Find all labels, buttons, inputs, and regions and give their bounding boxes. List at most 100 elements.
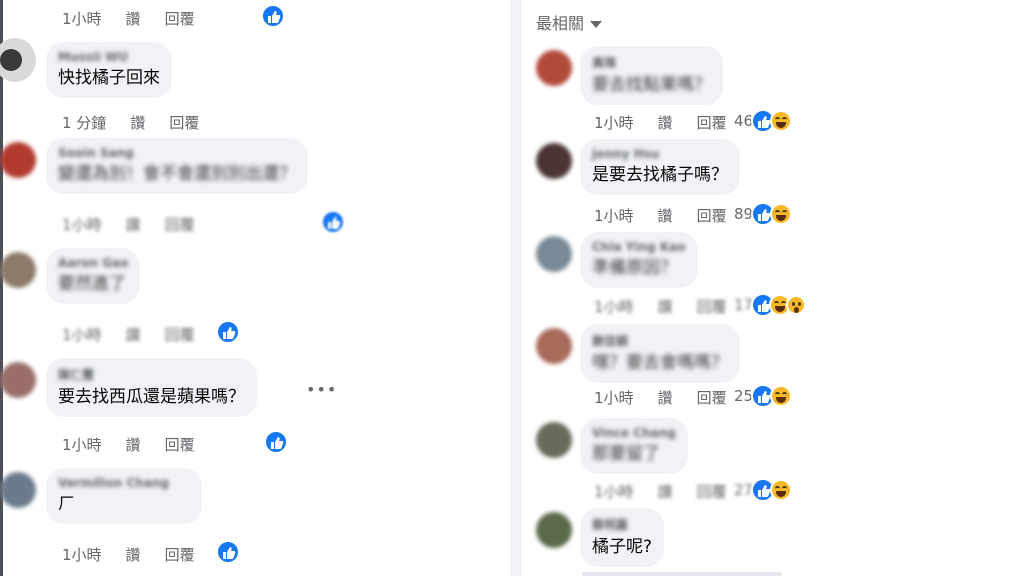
comment-text: 變還為別！會不會還別別出還？ — [58, 164, 296, 184]
comment-actions: 1小時 讚 回覆 — [594, 387, 751, 408]
avatar[interactable] — [536, 50, 572, 86]
like-thumb-icon[interactable] — [216, 540, 240, 564]
comment-actions: 1小時 讚 回覆 — [62, 214, 219, 235]
comment-text: 快找橘子回來 — [58, 68, 160, 88]
comment-time[interactable]: 1小時 — [62, 214, 102, 235]
haha-emoji-icon[interactable] — [770, 385, 792, 407]
panel-divider — [510, 0, 522, 576]
comment-time[interactable]: 1小時 — [594, 112, 634, 133]
avatar[interactable] — [536, 512, 572, 548]
comment-time[interactable]: 1 分鐘 — [62, 112, 106, 133]
comment-text: 要去找西瓜還是蘋果嗎？ — [58, 387, 245, 407]
like-thumb-icon[interactable] — [216, 320, 240, 344]
comment-actions: 1小時 讚 回覆 — [62, 544, 219, 565]
like-button[interactable]: 讚 — [126, 544, 141, 565]
more-dots-icon[interactable]: ••• — [306, 380, 337, 399]
sort-dropdown[interactable]: 最相關 — [536, 10, 603, 34]
reply-button[interactable]: 回覆 — [169, 112, 199, 133]
comment-actions: 1小時 讚 回覆 — [594, 205, 751, 226]
comment-author[interactable]: 黃瑋 — [592, 54, 711, 71]
comment-bubble: Mussii WU 快找橘子回來 — [46, 42, 172, 98]
comment-actions: 1小時 讚 回覆 — [62, 434, 219, 455]
comment-author[interactable]: 蔡明嘉 — [592, 516, 652, 533]
left-comment-panel: 1小時讚回覆 Mussii WU 快找橘子回來 1 分鐘讚回覆 Sooin Sa… — [0, 0, 500, 576]
comment-time[interactable]: 1小時 — [594, 205, 634, 226]
reply-button[interactable]: 回覆 — [165, 434, 195, 455]
comment-bubble: 謝佳穎 嘿？要去會嗎嗎？ — [580, 324, 740, 383]
haha-emoji-icon[interactable] — [770, 203, 792, 225]
like-button[interactable]: 讚 — [130, 112, 145, 133]
avatar[interactable] — [0, 142, 36, 178]
like-button[interactable]: 讚 — [658, 112, 673, 133]
comment-text: 那要留了 — [592, 444, 660, 464]
wow-emoji-icon[interactable] — [786, 295, 806, 315]
comment-author[interactable]: Jenny Hsu — [592, 147, 728, 161]
comment-actions: 1小時 讚 回覆 — [594, 112, 751, 133]
comment-author[interactable]: 陳仁豐 — [58, 366, 245, 383]
comment-bubble: Aaron Gao 要然進了 — [46, 248, 141, 304]
sort-label: 最相關 — [536, 14, 585, 33]
reply-button[interactable]: 回覆 — [165, 8, 195, 29]
comment-time[interactable]: 1小時 — [62, 544, 102, 565]
comment-actions: 1小時 讚 回覆 — [62, 324, 219, 345]
reply-button[interactable]: 回覆 — [697, 296, 727, 317]
record-button[interactable] — [0, 38, 36, 82]
like-button[interactable]: 讚 — [126, 8, 141, 29]
comment-author[interactable]: Vince Chang — [592, 426, 676, 440]
comment-author[interactable]: Aaron Gao — [58, 256, 128, 270]
avatar[interactable] — [536, 328, 572, 364]
reply-button[interactable]: 回覆 — [697, 112, 727, 133]
comment-time[interactable]: 1小時 — [594, 481, 634, 502]
comment-actions: 1小時 讚 回覆 — [62, 8, 219, 29]
comment-time[interactable]: 1小時 — [62, 8, 102, 29]
avatar[interactable] — [536, 236, 572, 272]
reply-button[interactable]: 回覆 — [165, 214, 195, 235]
comment-text: 準備原因？ — [592, 258, 677, 278]
comment-actions: 1小時 讚 回覆 — [594, 481, 751, 502]
reply-button[interactable]: 回覆 — [165, 324, 195, 345]
comment-bubble: Jenny Hsu 是要去找橘子嗎？ — [580, 139, 740, 195]
comment-text: 要然進了 — [58, 274, 126, 294]
like-thumb-icon[interactable] — [321, 210, 345, 234]
like-button[interactable]: 讚 — [658, 481, 673, 502]
reply-button[interactable]: 回覆 — [697, 481, 727, 502]
comment-time[interactable]: 1小時 — [594, 296, 634, 317]
like-button[interactable]: 讚 — [658, 205, 673, 226]
reply-button[interactable]: 回覆 — [165, 544, 195, 565]
like-button[interactable]: 讚 — [658, 296, 673, 317]
avatar[interactable] — [0, 362, 36, 398]
reply-button[interactable]: 回覆 — [697, 387, 727, 408]
next-comment-edge — [582, 572, 782, 576]
comment-text: 嘿？要去會嗎嗎？ — [592, 353, 728, 373]
comment-bubble: Sooin Sang 變還為別！會不會還別別出還？ — [46, 138, 308, 194]
avatar[interactable] — [536, 422, 572, 458]
comment-author[interactable]: 謝佳穎 — [592, 332, 728, 349]
like-button[interactable]: 讚 — [126, 324, 141, 345]
comment-actions: 1小時 讚 回覆 — [594, 296, 751, 317]
comment-text: ㄏ — [58, 494, 75, 514]
comment-author[interactable]: Sooin Sang — [58, 146, 296, 160]
like-button[interactable]: 讚 — [126, 214, 141, 235]
comment-bubble: 陳仁豐 要去找西瓜還是蘋果嗎？ — [46, 358, 257, 417]
comment-time[interactable]: 1小時 — [62, 324, 102, 345]
like-thumb-icon[interactable] — [261, 4, 285, 28]
avatar[interactable] — [536, 143, 572, 179]
like-button[interactable]: 讚 — [126, 434, 141, 455]
chevron-down-icon — [590, 21, 603, 28]
comment-time[interactable]: 1小時 — [594, 387, 634, 408]
comment-author[interactable]: Chia Ying Kao — [592, 240, 686, 254]
haha-emoji-icon[interactable] — [770, 479, 792, 501]
comment-text: 是要去找橘子嗎？ — [592, 165, 728, 185]
comment-time[interactable]: 1小時 — [62, 434, 102, 455]
comment-bubble: Vermilion Chang ㄏ — [46, 468, 202, 524]
avatar[interactable] — [0, 252, 36, 288]
haha-emoji-icon[interactable] — [770, 110, 792, 132]
reply-button[interactable]: 回覆 — [697, 205, 727, 226]
like-thumb-icon[interactable] — [264, 430, 288, 454]
comment-bubble: Vince Chang 那要留了 — [580, 418, 688, 474]
like-button[interactable]: 讚 — [658, 387, 673, 408]
comment-author[interactable]: Vermilion Chang — [58, 476, 190, 490]
record-icon — [0, 49, 22, 71]
comment-author[interactable]: Mussii WU — [58, 50, 160, 64]
avatar[interactable] — [0, 472, 36, 508]
